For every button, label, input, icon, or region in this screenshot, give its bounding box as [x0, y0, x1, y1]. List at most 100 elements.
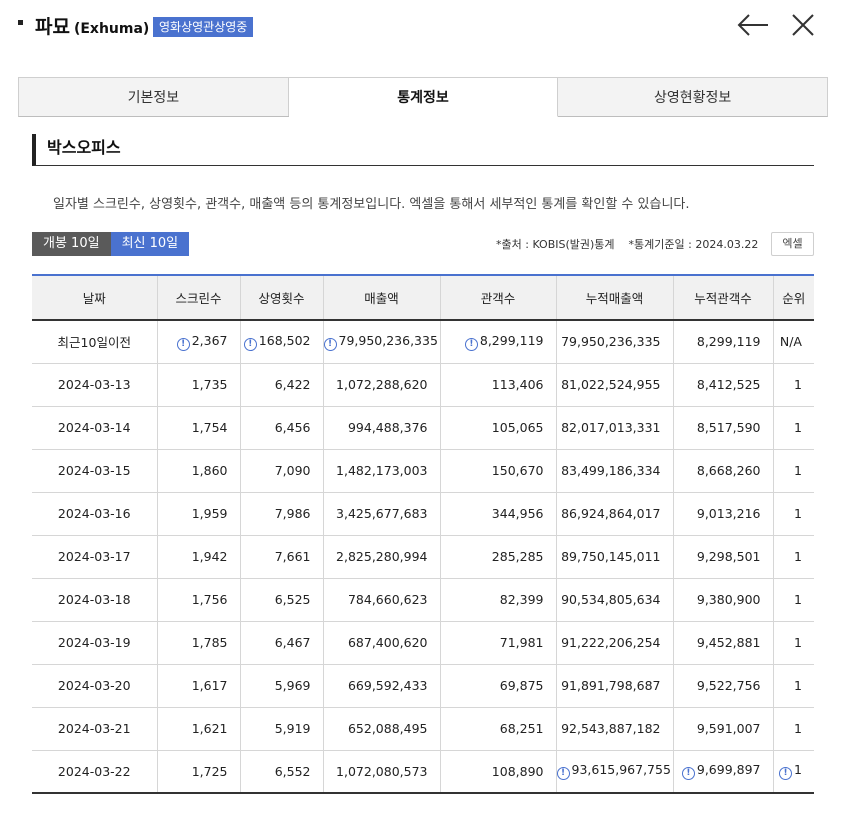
movie-title: 파묘: [35, 16, 70, 38]
cell-value: 8,517,590: [696, 420, 761, 435]
cell-value: 1: [794, 721, 802, 736]
cell-value: 6,422: [274, 377, 311, 392]
cell-value: 1: [794, 762, 802, 778]
col-screens-cell: 1,754: [156, 406, 240, 450]
cell-value: 1,959: [191, 506, 228, 521]
cell-value: N/A: [779, 334, 802, 350]
col-screens-cell: 1,942: [156, 535, 240, 579]
back-arrow-icon[interactable]: [736, 12, 770, 38]
cell-value: 669,592,433: [347, 678, 428, 693]
col-showings-cell: 7,661: [239, 535, 323, 579]
cell-value: 8,668,260: [696, 463, 761, 478]
cell-value: 9,522,756: [696, 678, 761, 693]
table-row: 2024-03-20 1,617 5,969 669,592,433 69,875 91,…: [32, 664, 814, 708]
status-badge: 영화상영관상영중: [153, 17, 254, 37]
col-cum-revenue-cell: 89,750,145,011: [555, 535, 673, 579]
cell-value: 2024-03-13: [57, 377, 131, 392]
col-audience-header: 관객수: [439, 274, 556, 321]
col-revenue-cell: 3,425,677,683: [322, 492, 440, 536]
cell-value: 91,891,798,687: [561, 678, 661, 693]
cell-value: 89,750,145,011: [561, 549, 661, 564]
cell-value: 5,969: [274, 678, 311, 693]
cell-value: 1,785: [191, 635, 228, 650]
col-rank-cell: 1: [772, 578, 814, 622]
cell-value: 9,699,897: [696, 762, 761, 778]
col-rank-cell: 1: [772, 363, 814, 407]
col-rank-cell: 1: [772, 621, 814, 665]
col-cum-audience-cell: 9,013,216: [672, 492, 773, 536]
cell-value: 2024-03-14: [57, 420, 131, 435]
col-revenue-cell: 784,660,623: [322, 578, 440, 622]
col-cum-revenue-cell: 91,222,206,254: [555, 621, 673, 665]
table-row: 2024-03-17 1,942 7,661 2,825,280,994 285,285…: [32, 535, 814, 579]
col-showings-cell: 6,552: [239, 750, 323, 794]
tab-statistics[interactable]: 통계정보: [288, 78, 559, 117]
cell-value: 150,670: [491, 463, 544, 478]
table-row: 2024-03-15 1,860 7,090 1,482,173,003 150,670…: [32, 449, 814, 493]
cell-value: 1: [794, 420, 802, 435]
latest-10days-button[interactable]: 최신 10일: [110, 232, 190, 256]
col-audience-cell: 344,956: [439, 492, 556, 536]
col-cum-audience-cell: 9,380,900: [672, 578, 773, 622]
cell-value: 83,499,186,334: [561, 463, 661, 478]
close-icon[interactable]: [790, 12, 816, 38]
cell-value: 71,981: [499, 635, 544, 650]
cell-value: 2024-03-15: [57, 463, 131, 478]
cell-value: 최근10일이전: [57, 335, 131, 351]
col-date-cell: 2024-03-22: [32, 750, 157, 794]
cell-value: 113,406: [491, 377, 544, 392]
col-revenue-cell: 1,072,080,573: [322, 750, 440, 794]
col-cum-audience-cell: 9,522,756: [672, 664, 773, 708]
section-description: 일자별 스크린수, 상영횟수, 관객수, 매출액 등의 통계정보입니다. 엑셀을…: [53, 197, 690, 212]
title-bullet: [18, 20, 23, 25]
info-circle-icon[interactable]: !: [779, 767, 793, 781]
col-screens-cell: 1,785: [156, 621, 240, 665]
col-date-header: 날짜: [32, 274, 157, 321]
info-circle-icon[interactable]: !: [323, 337, 337, 351]
cell-value: 1,942: [191, 549, 228, 564]
col-audience-cell: 82,399: [439, 578, 556, 622]
cell-value: 1: [794, 678, 802, 693]
cell-value: 8,299,119: [696, 334, 761, 350]
cell-value: 1,756: [191, 592, 228, 607]
info-circle-icon[interactable]: !: [681, 767, 695, 781]
col-rank-cell: 1: [772, 406, 814, 450]
cell-value: 1: [794, 592, 802, 607]
excel-download-button[interactable]: 엑셀: [771, 232, 814, 256]
col-cum-revenue-cell: ! 93,615,967,755: [555, 750, 673, 794]
info-circle-icon[interactable]: !: [556, 767, 570, 781]
info-circle-icon[interactable]: !: [176, 337, 190, 351]
tab-basic-info[interactable]: 기본정보: [19, 78, 289, 116]
col-date-cell: 2024-03-18: [32, 578, 157, 622]
cell-value: 2024-03-17: [57, 549, 131, 564]
cell-value: 1,072,080,573: [336, 763, 428, 779]
tab-screening-status[interactable]: 상영현황정보: [558, 78, 827, 116]
table-row: 2024-03-18 1,756 6,525 784,660,623 82,399 90,…: [32, 578, 814, 622]
col-cum-revenue-cell: 92,543,887,182: [555, 707, 673, 751]
info-circle-icon[interactable]: !: [243, 337, 257, 351]
cell-value: 784,660,623: [347, 592, 428, 607]
opening-10days-button[interactable]: 개봉 10일: [32, 232, 111, 256]
boxoffice-table: 날짜 스크린수 상영횟수 매출액 관객수 누적매출액 누적관객수 순위 최근10일이전! 2,3…: [32, 274, 814, 794]
info-circle-icon[interactable]: !: [464, 337, 478, 351]
col-date-cell: 2024-03-21: [32, 707, 157, 751]
cell-value: 2024-03-21: [57, 721, 131, 736]
col-screens-cell: 1,621: [156, 707, 240, 751]
cell-value: 652,088,495: [347, 721, 428, 736]
col-audience-cell: 108,890: [439, 750, 556, 794]
cell-value: 687,400,620: [347, 635, 428, 650]
cell-value: 7,986: [274, 506, 311, 521]
col-rank-cell: N/A: [772, 320, 814, 364]
table-row: 최근10일이전! 2,367! 168,502! 79,950,236,335! 8,2…: [32, 320, 814, 364]
col-revenue-cell: 652,088,495: [322, 707, 440, 751]
cell-value: 86,924,864,017: [561, 506, 661, 521]
col-date-cell: 2024-03-17: [32, 535, 157, 579]
col-date-cell: 2024-03-16: [32, 492, 157, 536]
cell-value: 9,013,216: [696, 506, 761, 521]
cell-value: 3,425,677,683: [336, 506, 428, 521]
col-revenue-cell: ! 79,950,236,335: [322, 320, 440, 364]
col-rank-header: 순위: [772, 274, 814, 321]
col-audience-cell: 113,406: [439, 363, 556, 407]
col-showings-cell: 6,456: [239, 406, 323, 450]
col-showings-cell: ! 168,502: [239, 320, 323, 364]
